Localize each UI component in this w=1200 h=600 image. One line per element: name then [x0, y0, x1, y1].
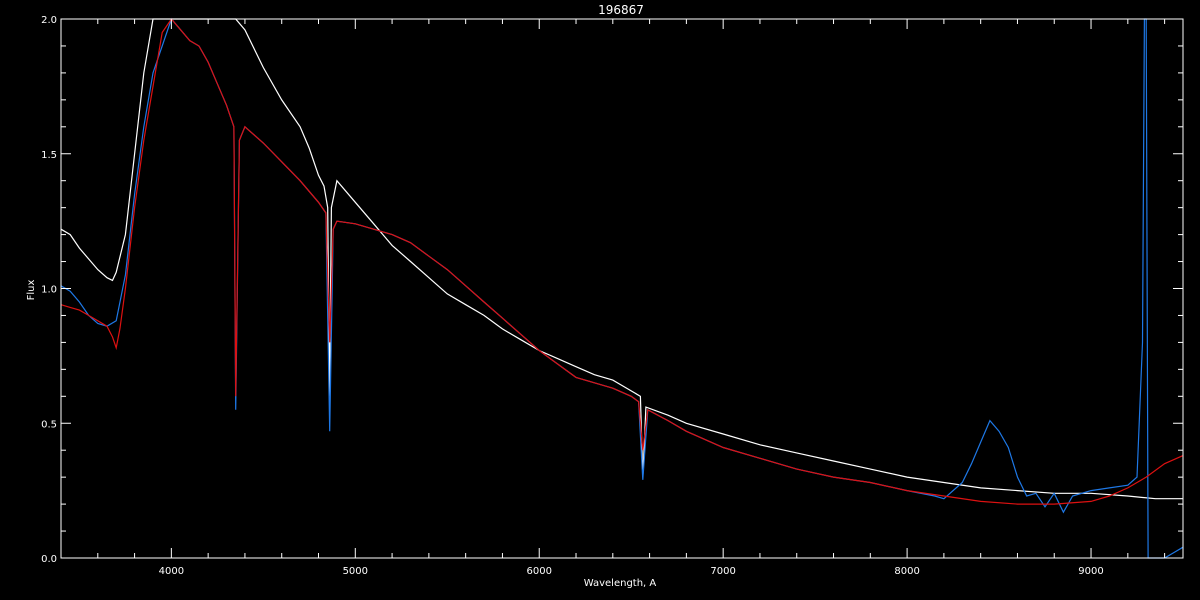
y-tick-label: 1.0: [41, 285, 57, 296]
x-axis-label: Wavelength, A: [584, 578, 657, 589]
x-axis: 4000 5000 6000 7000 8000 9000: [60, 19, 1166, 577]
x-tick-label: 8000: [894, 566, 919, 577]
plot-frame: [60, 18, 1184, 559]
y-tick-label: 0.0: [41, 554, 57, 565]
series-line-2: [60, 17, 1184, 559]
x-tick-label: 5000: [343, 566, 368, 577]
y-tick-label: 2.0: [41, 15, 57, 26]
series-line-1: [60, 18, 1183, 500]
series-layer: [60, 17, 1184, 559]
y-tick-label: 0.5: [41, 419, 57, 430]
y-axis: 0.0 0.5 1.0 1.5 2.0: [41, 15, 1183, 565]
spectrum-chart: 196867 4000 5000 6000 7000 8000 9000 0.0 0.5 1.…: [26, 3, 1184, 589]
chart-title: 196867: [598, 3, 644, 17]
x-tick-label: 6000: [527, 566, 552, 577]
x-tick-label: 9000: [1078, 566, 1103, 577]
series-line-3: [60, 18, 1184, 505]
x-tick-label: 7000: [710, 566, 735, 577]
x-tick-label: 4000: [159, 566, 184, 577]
y-axis-label: Flux: [26, 280, 37, 301]
y-tick-label: 1.5: [41, 150, 57, 161]
